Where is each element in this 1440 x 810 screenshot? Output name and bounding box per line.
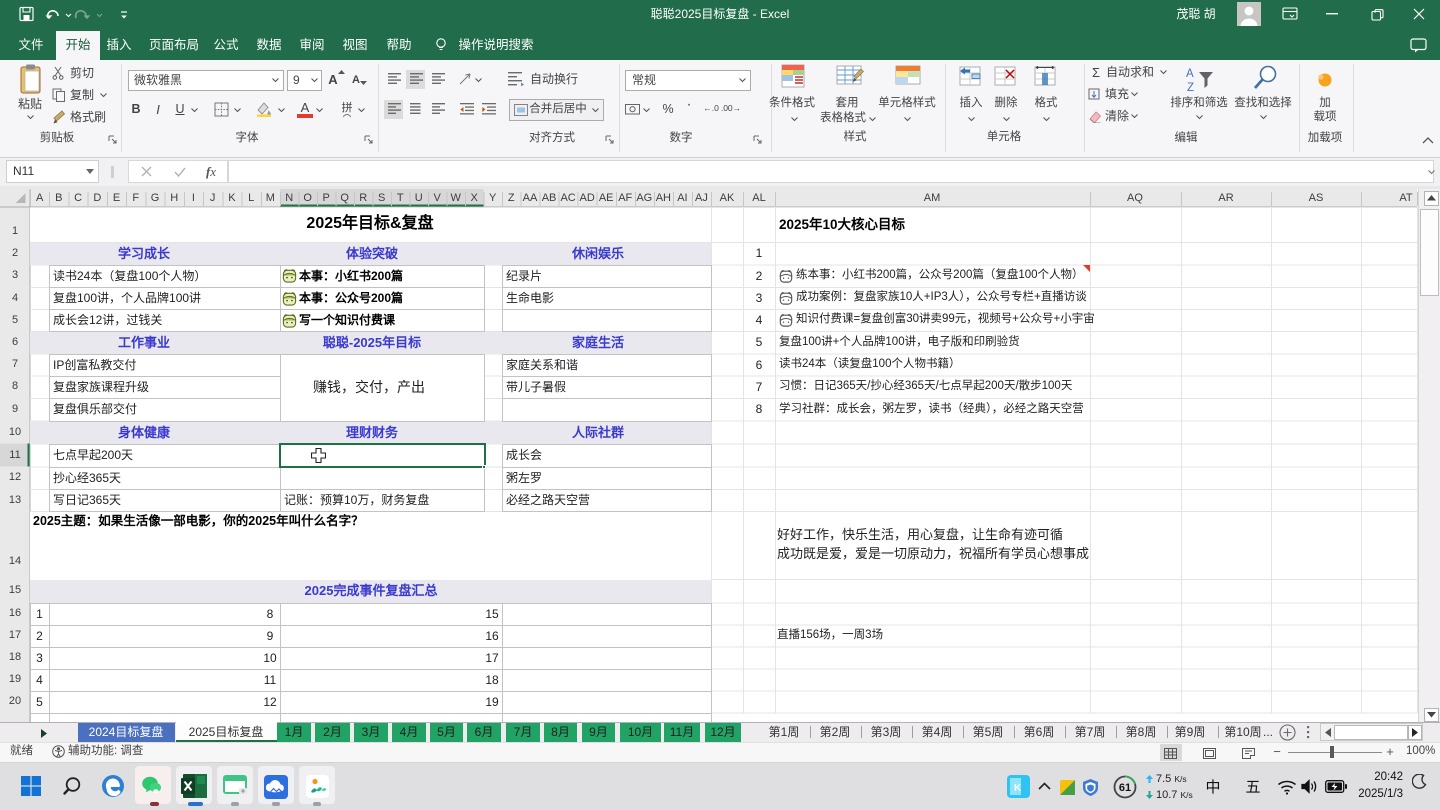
svg-text:Z: Z xyxy=(1187,82,1194,94)
svg-text:A: A xyxy=(1186,68,1194,80)
